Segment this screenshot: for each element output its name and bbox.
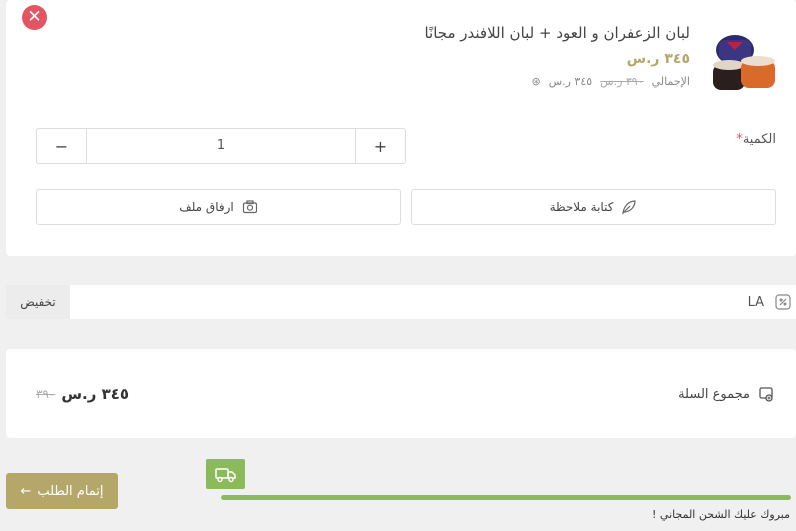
cart-total-new: ٣٤٥ ر.س bbox=[61, 385, 130, 403]
free-shipping-progress-bar bbox=[221, 495, 791, 500]
add-note-button[interactable]: كتابة ملاحظة bbox=[411, 189, 776, 225]
apply-coupon-button[interactable]: تخفيض bbox=[6, 285, 70, 319]
total-new-price: ٣٤٥ ر.س bbox=[548, 75, 593, 88]
decrease-quantity-button[interactable]: − bbox=[37, 129, 87, 163]
checkout-button[interactable]: ← إتمام الطلب bbox=[6, 473, 118, 509]
cart-total-old: ٣٩٠ bbox=[36, 387, 56, 401]
cart-summary-card: مجموع السلة ٣٤٥ ر.س ٣٩٠ bbox=[6, 349, 796, 438]
quantity-stepper: − + bbox=[36, 128, 406, 164]
product-price: ٣٤٥ ر.س bbox=[626, 51, 690, 67]
checkout-label: إتمام الطلب bbox=[37, 483, 104, 499]
product-image[interactable] bbox=[709, 30, 779, 96]
free-shipping-message: مبروك عليك الشحن المجاني ! bbox=[652, 508, 790, 521]
quantity-label: الكمية* bbox=[736, 132, 776, 147]
discount-tag-icon: ⊛ bbox=[531, 75, 541, 88]
attach-file-button[interactable]: ارفاق ملف bbox=[36, 189, 401, 225]
shipping-truck-icon bbox=[206, 459, 245, 489]
quantity-input[interactable] bbox=[87, 129, 355, 163]
increase-quantity-button[interactable]: + bbox=[355, 129, 405, 163]
add-note-label: كتابة ملاحظة bbox=[549, 200, 614, 214]
total-label: الإجمالي bbox=[651, 75, 690, 88]
product-title[interactable]: لبان الزعفران و العود + لبان اللافندر مج… bbox=[424, 24, 690, 42]
coupon-icon bbox=[775, 294, 791, 310]
camera-icon bbox=[242, 200, 257, 214]
arrow-left-icon: ← bbox=[20, 483, 32, 499]
coupon-input[interactable] bbox=[70, 285, 796, 319]
free-shipping-progress-fill bbox=[221, 495, 791, 500]
total-old-price: ٣٩٠ ر.س bbox=[600, 75, 644, 88]
attach-file-label: ارفاق ملف bbox=[179, 200, 234, 214]
cart-total-icon bbox=[759, 387, 773, 402]
close-icon: ✕ bbox=[27, 7, 42, 27]
remove-item-button[interactable]: ✕ bbox=[22, 5, 47, 30]
cart-item-card: ✕ لبان الزعفران و العود + لبان اللافندر … bbox=[6, 0, 796, 256]
cart-total-label: مجموع السلة bbox=[678, 387, 750, 402]
quantity-label-text: الكمية bbox=[742, 132, 776, 147]
leaf-icon bbox=[622, 200, 637, 215]
cart-total-amount: ٣٤٥ ر.س ٣٩٠ bbox=[36, 385, 129, 403]
item-total-row: الإجمالي ٣٩٠ ر.س ٣٤٥ ر.س ⊛ bbox=[531, 75, 690, 88]
coupon-section: تخفيض bbox=[6, 285, 796, 319]
